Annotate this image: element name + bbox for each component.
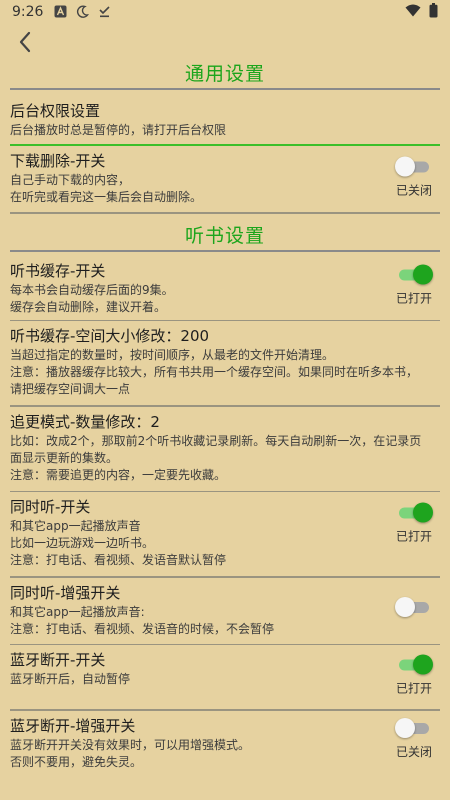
setting-desc: 比如一边玩游戏一边听书。 (10, 536, 155, 550)
setting-download-delete[interactable]: 下载删除-开关 自己手动下载的内容， 在听完或看完这一集后会自动删除。 已关闭 (0, 146, 450, 208)
setting-desc: 自己手动下载的内容， (10, 173, 131, 187)
download-done-icon (97, 5, 111, 19)
app-bar (0, 24, 450, 60)
toggle-wrap: 已打开 (390, 263, 438, 306)
setting-desc: 注意：打电话、看视频、发语音的时候，不会暂停 (10, 621, 275, 636)
setting-desc: 注意：打电话、看视频、发语音默认暂停 (10, 553, 227, 567)
download-delete-toggle[interactable] (395, 156, 433, 178)
toggle-wrap: 已关闭 (390, 156, 438, 199)
setting-background-permission[interactable]: 后台权限设置 后台播放时总是暂停的，请打开后台权限 (0, 96, 450, 140)
chevron-left-icon[interactable] (12, 28, 40, 56)
setting-desc: 蓝牙断开后，自动暂停 (10, 672, 131, 686)
setting-desc: 注意：播放器缓存比较大，所有书共用一个缓存空间。如果同时在听多本书， (10, 365, 419, 379)
setting-title: 下载删除-开关 (10, 152, 106, 170)
setting-title: 听书缓存-开关 (10, 261, 106, 280)
setting-title: 同时听-增强开关 (10, 583, 121, 602)
simultaneous-toggle[interactable] (395, 502, 433, 524)
setting-title: 听书缓存-空间大小修改：200 (10, 327, 210, 345)
setting-desc: 缓存会自动删除，建议开着。 (10, 299, 167, 314)
toggle-state-label: 已关闭 (395, 744, 432, 759)
status-time: 9:26 (12, 4, 44, 20)
setting-cache-toggle[interactable]: 听书缓存-开关 每本书会自动缓存后面的9集。 缓存会自动删除，建议开着。 已打开 (0, 256, 450, 314)
section-title-general: 通用设置 (184, 63, 265, 85)
setting-desc: 在听完或看完这一集后会自动删除。 (10, 190, 203, 204)
toggle-wrap: 已打开 (390, 502, 438, 545)
setting-cache-size[interactable]: 听书缓存-空间大小修改：200 当超过指定的数量时，按时间顺序，从最老的文件开始… (0, 321, 450, 399)
status-bar: 9:26 (0, 0, 450, 24)
setting-desc: 否则不要用，避免失灵。 (10, 754, 143, 769)
setting-title: 同时听-开关 (10, 498, 91, 516)
setting-desc: 和其它app一起播放声音: (10, 604, 145, 619)
wifi-icon (405, 4, 421, 21)
setting-desc: 比如：改成2个，那取前2个听书收藏记录刷新。每天自动刷新一次，在记录页 (10, 433, 422, 448)
setting-desc: 当超过指定的数量时，按时间顺序，从最老的文件开始清理。 (10, 348, 335, 362)
toggle-state-label: 已关闭 (395, 183, 432, 198)
setting-title: 蓝牙断开-增强开关 (10, 716, 136, 735)
toggle-state-label: 已打开 (395, 529, 432, 544)
cache-toggle[interactable] (395, 263, 433, 285)
setting-desc: 面显示更新的集数。 (10, 450, 119, 465)
toggle-state-label: 已打开 (395, 681, 432, 696)
divider (10, 249, 440, 252)
simultaneous-enhanced-toggle[interactable] (395, 596, 433, 618)
setting-desc: 注意：需要追更的内容，一定要先收藏。 (10, 467, 227, 482)
setting-desc: 蓝牙断开开关没有效果时，可以用增强模式。 (10, 737, 251, 752)
divider (10, 212, 440, 214)
setting-title: 后台权限设置 (10, 102, 101, 120)
divider (10, 88, 440, 90)
moon-icon (75, 5, 90, 19)
setting-follow-mode[interactable]: 追更模式-数量修改：2 比如：改成2个，那取前2个听书收藏记录刷新。每天自动刷新… (0, 407, 450, 485)
toggle-wrap: 已关闭 (390, 717, 438, 760)
setting-desc: 和其它app一起播放声音 (10, 519, 141, 533)
setting-desc: 后台播放时总是暂停的，请打开后台权限 (10, 123, 227, 137)
setting-desc: 每本书会自动缓存后面的9集。 (10, 282, 174, 297)
android-a-icon (53, 5, 67, 19)
toggle-wrap (390, 596, 438, 618)
setting-simultaneous-enhanced[interactable]: 同时听-增强开关 和其它app一起播放声音: 注意：打电话、看视频、发语音的时候… (0, 578, 450, 638)
toggle-wrap: 已打开 (390, 654, 438, 697)
setting-bluetooth-enhanced[interactable]: 蓝牙断开-增强开关 蓝牙断开开关没有效果时，可以用增强模式。 否则不要用，避免失… (0, 711, 450, 775)
toggle-state-label: 已打开 (395, 291, 432, 305)
bluetooth-disconnect-toggle[interactable] (395, 654, 433, 676)
setting-desc: 请把缓存空间调大一点 (10, 382, 131, 396)
bluetooth-enhanced-toggle[interactable] (395, 717, 433, 739)
setting-simultaneous[interactable]: 同时听-开关 和其它app一起播放声音 比如一边玩游戏一边听书。 注意：打电话、… (0, 492, 450, 570)
setting-title: 追更模式-数量修改：2 (10, 412, 160, 431)
setting-bluetooth-disconnect[interactable]: 蓝牙断开-开关 蓝牙断开后，自动暂停 已打开 (0, 645, 450, 705)
section-title-audiobook: 听书设置 (184, 224, 265, 247)
battery-icon (429, 2, 438, 22)
setting-title: 蓝牙断开-开关 (10, 651, 106, 669)
